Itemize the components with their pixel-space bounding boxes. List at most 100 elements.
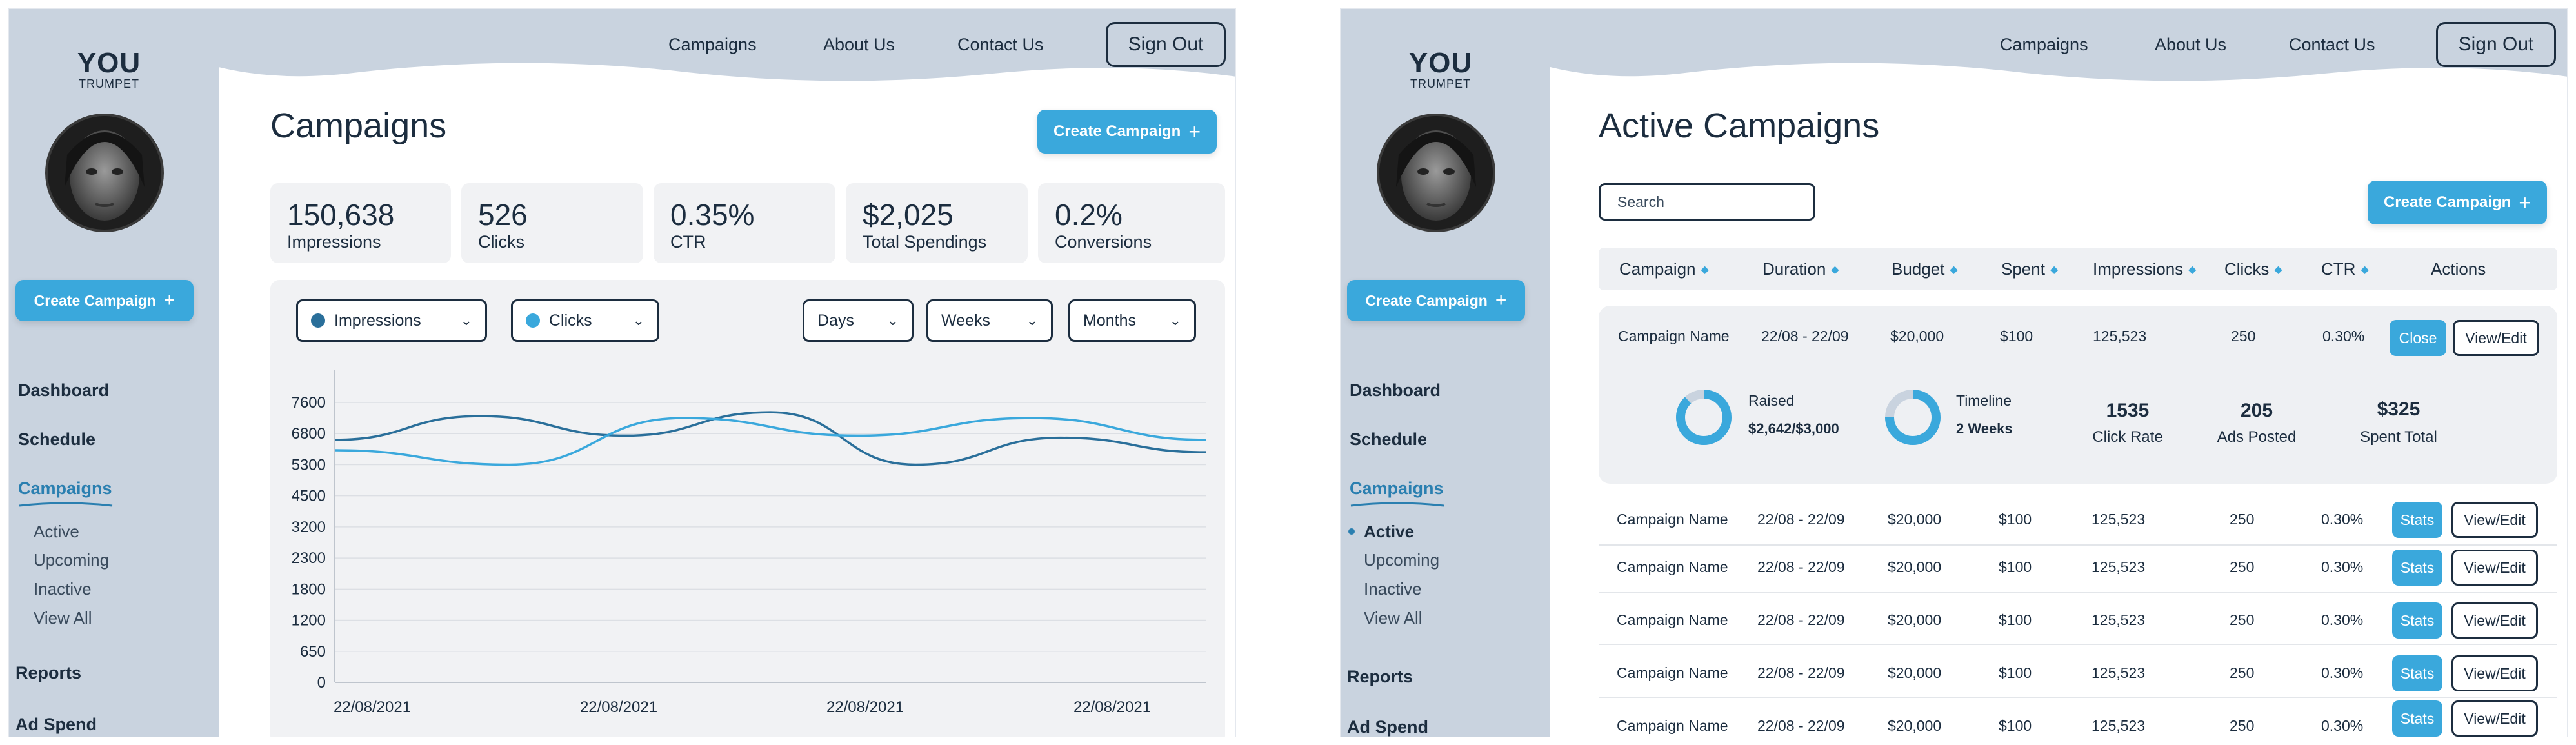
- row-divider: [1599, 592, 2557, 593]
- sign-out-button[interactable]: Sign Out: [2436, 22, 2556, 67]
- column-header-clicks[interactable]: Clicks ◆: [2224, 259, 2282, 279]
- header-link-about-us[interactable]: About Us: [2155, 35, 2226, 55]
- y-tick-label: 1200: [292, 612, 326, 630]
- column-label: CTR: [2321, 259, 2356, 279]
- sidebar: YOU TRUMPET Create Campaign + Dashboard …: [9, 9, 219, 737]
- column-header-budget[interactable]: Budget ◆: [1892, 259, 1958, 279]
- chevron-down-icon: ⌄: [886, 312, 899, 328]
- sidebar-subitem-upcoming[interactable]: Upcoming: [34, 550, 109, 570]
- sidebar-item-schedule[interactable]: Schedule: [18, 430, 95, 450]
- sort-icon: ◆: [1831, 264, 1839, 275]
- stats-button[interactable]: Stats: [2392, 502, 2442, 538]
- campaign-spent: $100: [1999, 611, 2032, 628]
- campaign-budget: $20,000: [1888, 559, 1942, 575]
- sidebar-subitem-active[interactable]: Active: [34, 522, 79, 542]
- stat-value: 526: [478, 198, 528, 232]
- chevron-down-icon: ⌄: [460, 312, 472, 328]
- weeks-dropdown[interactable]: Weeks ⌄: [926, 299, 1053, 342]
- view-edit-button[interactable]: View/Edit: [2451, 602, 2538, 639]
- campaign-clicks: 250: [2230, 717, 2255, 734]
- stats-button[interactable]: Stats: [2392, 602, 2442, 639]
- campaign-name: Campaign Name: [1617, 611, 1728, 628]
- plus-icon: +: [163, 290, 175, 311]
- header-link-contact-us[interactable]: Contact Us: [2289, 35, 2375, 55]
- search-input[interactable]: Search: [1599, 183, 1815, 221]
- sidebar-item-dashboard[interactable]: Dashboard: [1350, 381, 1441, 401]
- stats-button[interactable]: Stats: [2392, 655, 2442, 691]
- sidebar-item-dashboard[interactable]: Dashboard: [18, 381, 109, 401]
- stats-button[interactable]: Stats: [2392, 700, 2442, 737]
- column-header-duration[interactable]: Duration ◆: [1762, 259, 1839, 279]
- spent-total-label: Spent Total: [2360, 428, 2437, 446]
- impressions-series-dropdown[interactable]: Impressions ⌄: [296, 299, 487, 342]
- logo[interactable]: YOU TRUMPET: [74, 47, 145, 91]
- sidebar-item-schedule[interactable]: Schedule: [1350, 430, 1427, 450]
- sidebar-item-campaigns[interactable]: Campaigns: [18, 479, 112, 499]
- campaign-spent: $100: [1999, 511, 2032, 528]
- campaign-budget: $20,000: [1888, 611, 1942, 628]
- close-button[interactable]: Close: [2390, 320, 2446, 356]
- y-tick-label: 3200: [292, 519, 326, 536]
- y-tick-label: 5300: [292, 456, 326, 473]
- campaign-name: Campaign Name: [1618, 328, 1730, 344]
- stat-card-total-spendings: $2,025 Total Spendings: [846, 183, 1028, 263]
- sidebar-item-ad-spend[interactable]: Ad Spend: [15, 715, 97, 735]
- column-header-ctr[interactable]: CTR ◆: [2321, 259, 2369, 279]
- months-dropdown[interactable]: Months ⌄: [1068, 299, 1196, 342]
- raised-value: $2,642/$3,000: [1748, 421, 1839, 437]
- sign-out-button[interactable]: Sign Out: [1106, 22, 1226, 67]
- clicks-legend-dot-icon: [526, 313, 540, 328]
- view-edit-button[interactable]: View/Edit: [2451, 502, 2538, 538]
- stat-value: 0.35%: [670, 198, 755, 232]
- sidebar-create-campaign-button[interactable]: Create Campaign +: [15, 280, 194, 321]
- table-row: Campaign Name 22/08 - 22/09 $20,000 $100…: [1341, 648, 2567, 699]
- days-dropdown[interactable]: Days ⌄: [803, 299, 914, 342]
- header-link-campaigns[interactable]: Campaigns: [2000, 35, 2088, 55]
- dropdown-label: Weeks: [941, 311, 990, 330]
- column-header-spent[interactable]: Spent ◆: [2001, 259, 2058, 279]
- sidebar-create-campaign-button[interactable]: Create Campaign +: [1347, 280, 1525, 321]
- header-link-about-us[interactable]: About Us: [823, 35, 895, 55]
- column-header-impressions[interactable]: Impressions ◆: [2093, 259, 2196, 279]
- sort-icon: ◆: [1701, 264, 1709, 275]
- campaign-duration: 22/08 - 22/09: [1757, 511, 1845, 528]
- line-chart: 0 650 1200 1800 2300 3200 4500 5300 6800 7600 22/0…: [292, 370, 1206, 716]
- y-tick-label: 4500: [292, 488, 326, 505]
- clicks-series-dropdown[interactable]: Clicks ⌄: [511, 299, 659, 342]
- header-link-contact-us[interactable]: Contact Us: [957, 35, 1044, 55]
- campaign-name: Campaign Name: [1617, 664, 1728, 681]
- sidebar-create-label: Create Campaign: [34, 292, 156, 309]
- sidebar-subitem-view-all[interactable]: View All: [34, 608, 92, 628]
- logo[interactable]: YOU TRUMPET: [1405, 49, 1476, 91]
- dropdown-label: Months: [1083, 311, 1136, 330]
- stat-label: Total Spendings: [863, 232, 987, 252]
- sidebar-subitem-inactive[interactable]: Inactive: [34, 579, 92, 599]
- avatar-portrait-icon: [48, 116, 161, 230]
- sidebar-item-reports[interactable]: Reports: [15, 663, 81, 683]
- logo-main: YOU: [77, 47, 141, 79]
- view-edit-button[interactable]: View/Edit: [2451, 550, 2538, 586]
- table-row: Campaign Name 22/08 - 22/09 $20,000 $100…: [1341, 494, 2567, 546]
- campaign-clicks: 250: [2230, 664, 2255, 681]
- impressions-legend-dot-icon: [311, 313, 325, 328]
- stat-value: 0.2%: [1055, 198, 1123, 232]
- campaign-clicks: 250: [2230, 511, 2255, 528]
- raised-donut-chart: [1676, 390, 1732, 445]
- y-tick-label: 0: [317, 674, 326, 691]
- column-header-campaign[interactable]: Campaign ◆: [1619, 259, 1709, 279]
- view-edit-button[interactable]: View/Edit: [2453, 320, 2539, 356]
- stats-button[interactable]: Stats: [2392, 550, 2442, 586]
- create-campaign-button[interactable]: Create Campaign +: [1037, 110, 1217, 154]
- chart-panel: Impressions ⌄ Clicks ⌄ Days ⌄ Weeks ⌄ Mo…: [270, 280, 1225, 737]
- avatar[interactable]: [45, 114, 164, 232]
- plus-icon: +: [1188, 119, 1201, 143]
- view-edit-button[interactable]: View/Edit: [2451, 700, 2538, 737]
- avatar[interactable]: [1377, 114, 1495, 232]
- chevron-down-icon: ⌄: [1026, 312, 1038, 328]
- view-edit-button[interactable]: View/Edit: [2451, 655, 2538, 691]
- campaign-spent: $100: [1999, 717, 2032, 734]
- stat-label: CTR: [670, 232, 706, 252]
- header-link-campaigns[interactable]: Campaigns: [668, 35, 757, 55]
- ads-posted-value: 205: [2240, 400, 2273, 421]
- create-campaign-button[interactable]: Create Campaign +: [2368, 181, 2547, 224]
